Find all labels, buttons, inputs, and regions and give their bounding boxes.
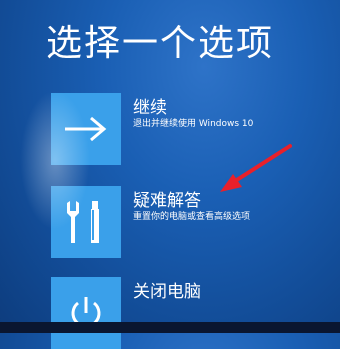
shutdown-tile[interactable] bbox=[51, 277, 121, 349]
continue-description: 退出并继续使用 Windows 10 bbox=[133, 119, 254, 129]
continue-option[interactable]: 继续 退出并继续使用 Windows 10 bbox=[51, 93, 321, 165]
shutdown-option[interactable]: 关闭电脑 bbox=[51, 277, 321, 349]
continue-tile[interactable] bbox=[51, 93, 121, 165]
troubleshoot-tile[interactable] bbox=[51, 186, 121, 258]
shutdown-label: 关闭电脑 bbox=[133, 282, 201, 302]
troubleshoot-label: 疑难解答 bbox=[133, 191, 201, 211]
troubleshoot-option[interactable]: 疑难解答 重置你的电脑或查看高级选项 bbox=[51, 186, 321, 258]
bottom-bar bbox=[0, 322, 340, 333]
tools-icon bbox=[67, 201, 99, 243]
page-title: 选择一个选项 bbox=[46, 23, 275, 64]
continue-label: 继续 bbox=[133, 98, 167, 118]
troubleshoot-description: 重置你的电脑或查看高级选项 bbox=[133, 212, 251, 222]
arrow-right-icon bbox=[65, 116, 107, 142]
